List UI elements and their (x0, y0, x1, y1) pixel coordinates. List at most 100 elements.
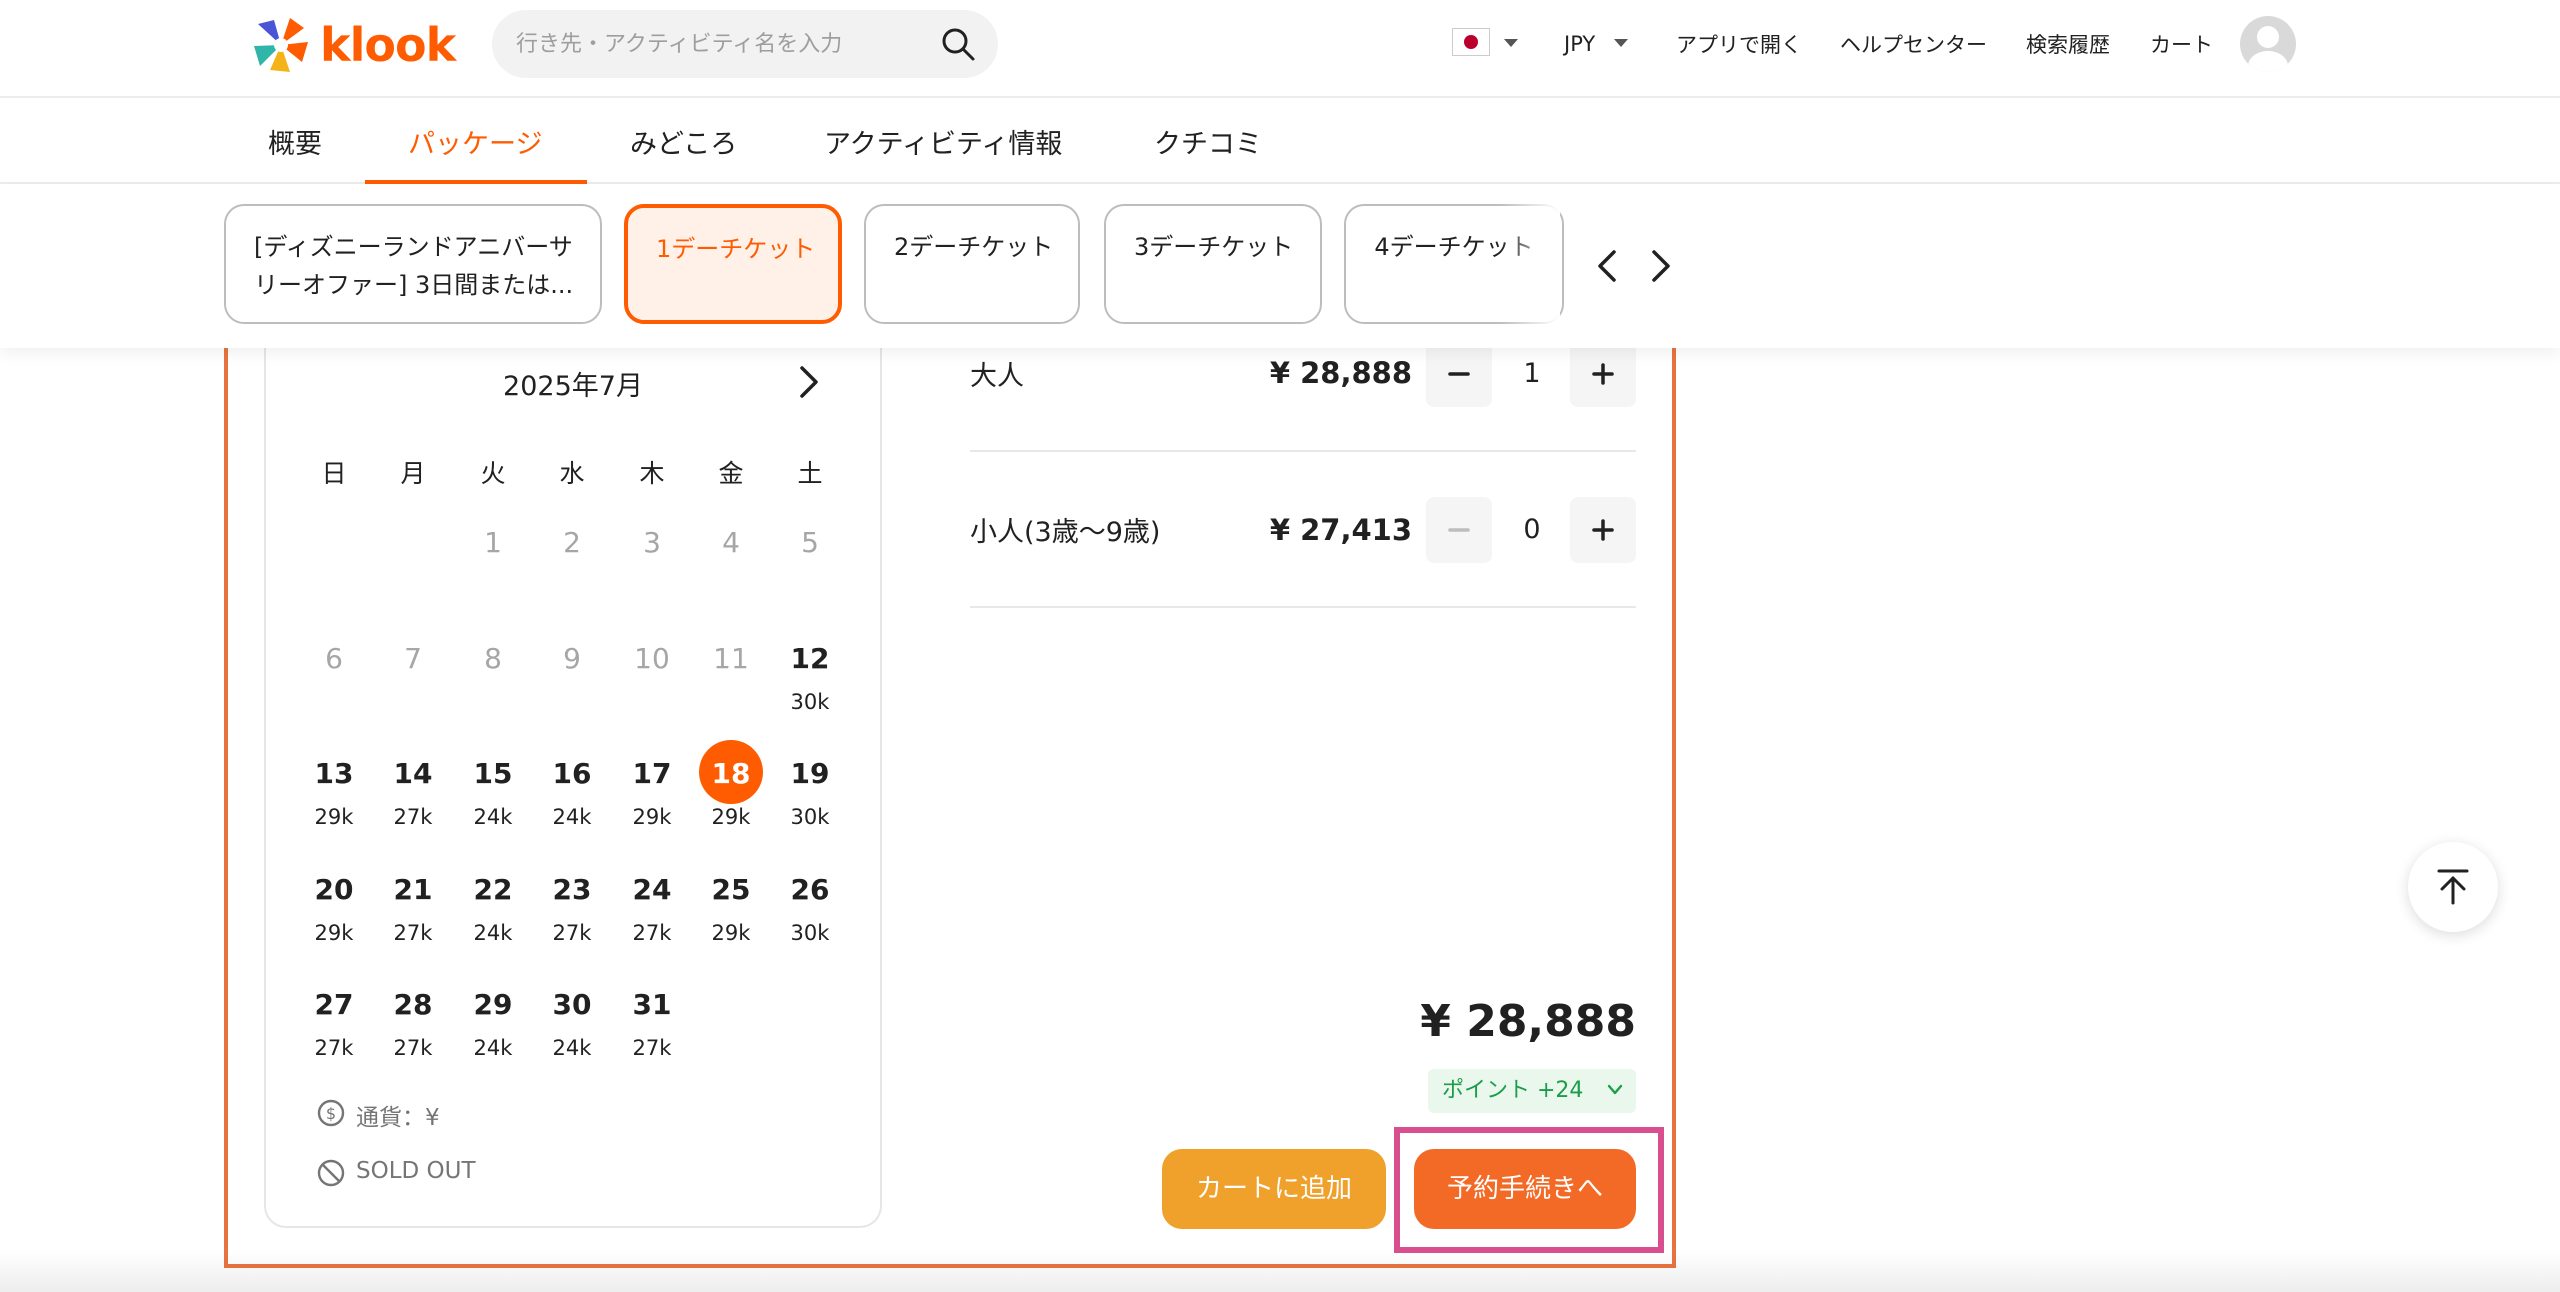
chevron-down-icon (1607, 1084, 1623, 1095)
calendar-day-price: 30k (790, 805, 830, 829)
calendar-day-price: 24k (473, 921, 513, 945)
calendar-day[interactable]: 29 (457, 988, 529, 1021)
calendar-day[interactable]: 31 (616, 988, 688, 1021)
soldout-legend: SOLD OUT (356, 1158, 476, 1184)
calendar-day[interactable]: 30 (536, 988, 608, 1021)
nav-help-center[interactable]: ヘルプセンター (1840, 24, 1987, 64)
tab-highlights[interactable]: みどころ (630, 122, 737, 161)
weekday-label: 日 (321, 459, 347, 488)
calendar-day: 8 (484, 642, 502, 675)
package-option-3day[interactable]: 3デーチケット (1104, 204, 1322, 324)
child-label: 小人(3歳〜9歳) (970, 517, 1161, 548)
calendar-next-month-icon[interactable] (794, 362, 824, 402)
calendar-day[interactable]: 12 (774, 642, 846, 675)
weekday-label: 木 (639, 459, 665, 488)
calendar-day: 10 (634, 642, 670, 675)
svg-text:$: $ (326, 1104, 336, 1123)
currency-legend: 通貨：¥ (356, 1105, 440, 1131)
tab-packages[interactable]: パッケージ (408, 122, 542, 161)
currency-label: JPY (1564, 32, 1596, 56)
package-option-label: 1デーチケット (656, 235, 816, 263)
calendar-day[interactable]: 25 (695, 873, 767, 906)
row-divider (970, 606, 1636, 608)
calendar-day: 7 (404, 642, 422, 675)
calendar-day[interactable]: 23 (536, 873, 608, 906)
weekday-label: 土 (797, 459, 823, 488)
points-badge[interactable]: ポイント +24 (1428, 1069, 1636, 1113)
site-header: klook JPY アプリで開く ヘルプセンター 検索履歴 カート (0, 0, 2560, 98)
calendar-day[interactable]: 17 (616, 757, 688, 790)
nav-open-app[interactable]: アプリで開く (1676, 24, 1802, 64)
minus-icon (1448, 372, 1470, 376)
scroll-to-top-icon (2437, 869, 2469, 905)
package-option-1day[interactable]: 1デーチケット (624, 204, 842, 324)
logo-text: klook (320, 18, 456, 72)
weekday-label: 水 (559, 459, 585, 488)
currency-chevron-down-icon[interactable] (1614, 39, 1628, 47)
currency-selector[interactable]: JPY (1564, 24, 1595, 64)
calendar-day-price: 24k (552, 1036, 592, 1060)
language-chevron-down-icon[interactable] (1504, 39, 1518, 47)
calendar-day: 1 (484, 526, 502, 559)
calendar-day: 2 (563, 526, 581, 559)
scroll-to-top-button[interactable] (2408, 842, 2498, 932)
adult-plus-button[interactable] (1570, 341, 1636, 407)
no-entry-icon (317, 1159, 345, 1187)
child-quantity: 0 (1523, 514, 1541, 545)
add-to-cart-button[interactable]: カートに追加 (1162, 1149, 1386, 1229)
search-bar[interactable] (492, 10, 998, 78)
klook-logo-icon (254, 18, 308, 72)
calendar-day[interactable]: 27 (298, 988, 370, 1021)
calendar-day-price: 24k (473, 1036, 513, 1060)
adult-minus-button[interactable] (1426, 341, 1492, 407)
package-option-2day[interactable]: 2デーチケット (864, 204, 1080, 324)
tab-overview[interactable]: 概要 (268, 122, 322, 161)
search-icon[interactable] (940, 26, 976, 62)
calendar-day[interactable]: 26 (774, 873, 846, 906)
plus-icon (1592, 519, 1614, 541)
nav-search-history[interactable]: 検索履歴 (2026, 24, 2110, 64)
adult-label: 大人 (970, 361, 1024, 392)
calendar-day[interactable]: 15 (457, 757, 529, 790)
package-option-anniversary[interactable]: [ディズニーランドアニバーサ リーオファー] 3日間または... (224, 204, 602, 324)
highlight-box (1394, 1127, 1664, 1253)
package-option-label: 3デーチケット (1134, 233, 1294, 261)
package-option-label-line1: [ディズニーランドアニバーサ (254, 233, 573, 261)
child-plus-button[interactable] (1570, 497, 1636, 563)
calendar-day[interactable]: 19 (774, 757, 846, 790)
child-price: ¥ 27,413 (1269, 513, 1412, 547)
points-label: ポイント +24 (1442, 1078, 1584, 1103)
calendar-day[interactable]: 28 (377, 988, 449, 1021)
user-avatar[interactable] (2240, 16, 2296, 72)
nav-help-center-label: ヘルプセンター (1840, 33, 1987, 57)
calendar-day[interactable]: 18 (695, 757, 767, 790)
calendar-day[interactable]: 21 (377, 873, 449, 906)
calendar-day-price: 27k (393, 805, 433, 829)
weekday-label: 金 (718, 459, 744, 488)
search-input[interactable] (516, 10, 916, 78)
calendar-day-price: 27k (632, 1036, 672, 1060)
chevron-right-icon[interactable] (1640, 244, 1680, 288)
nav-cart[interactable]: カート (2150, 24, 2213, 64)
nav-open-app-label: アプリで開く (1676, 33, 1802, 57)
minus-icon (1448, 528, 1470, 532)
calendar-day[interactable]: 16 (536, 757, 608, 790)
klook-logo[interactable]: klook (250, 12, 456, 78)
calendar-day-price: 27k (632, 921, 672, 945)
calendar-day[interactable]: 24 (616, 873, 688, 906)
calendar-day[interactable]: 22 (457, 873, 529, 906)
calendar-day[interactable]: 14 (377, 757, 449, 790)
calendar-day: 4 (722, 526, 740, 559)
tab-reviews[interactable]: クチコミ (1154, 122, 1262, 161)
calendar-day-price: 29k (632, 805, 672, 829)
child-minus-button[interactable] (1426, 497, 1492, 563)
chip-fade-overlay (1500, 184, 1560, 348)
calendar-day[interactable]: 20 (298, 873, 370, 906)
calendar-day: 3 (643, 526, 661, 559)
tab-activity-info[interactable]: アクティビティ情報 (824, 122, 1062, 161)
package-option-label: 2デーチケット (894, 233, 1054, 261)
calendar-day[interactable]: 13 (298, 757, 370, 790)
flag-japan-icon[interactable] (1452, 28, 1490, 56)
chevron-left-icon[interactable] (1588, 244, 1628, 288)
calendar-day: 5 (801, 526, 819, 559)
